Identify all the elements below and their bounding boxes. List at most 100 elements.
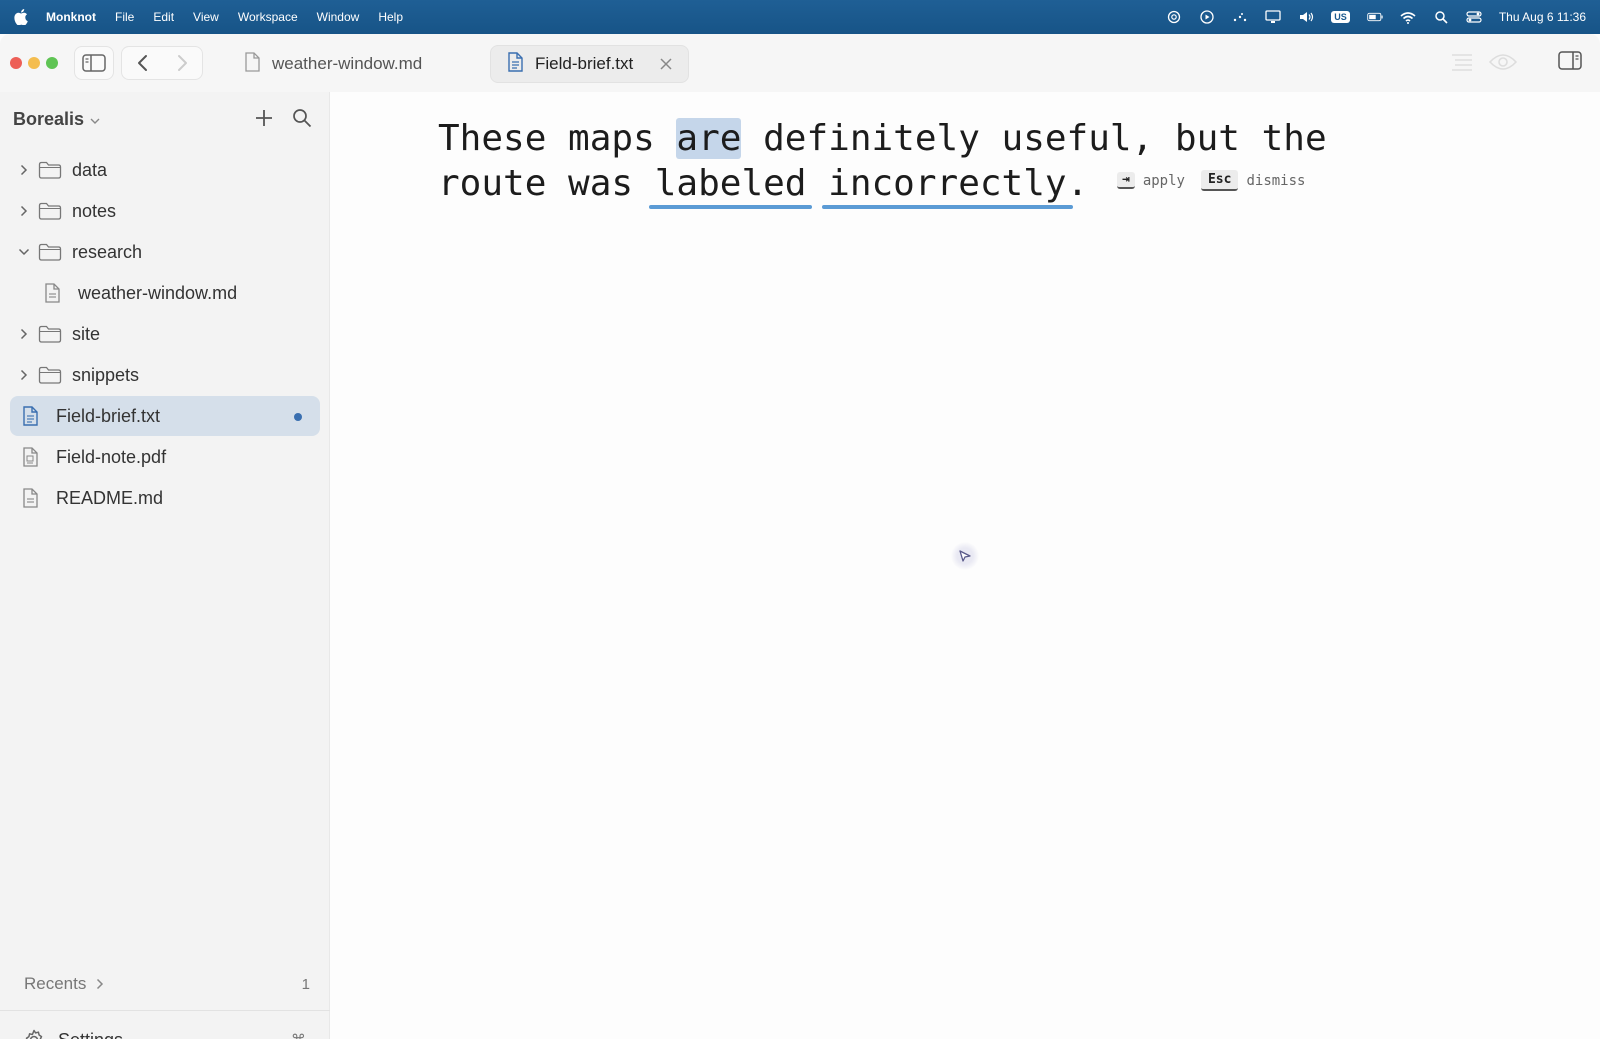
flagged-word-labeled[interactable]: labeled bbox=[655, 163, 807, 204]
system-menubar: Monknot File Edit View Workspace Window … bbox=[0, 0, 1600, 34]
spotlight-icon[interactable] bbox=[1433, 10, 1449, 24]
menu-workspace[interactable]: Workspace bbox=[238, 10, 298, 24]
forward-button[interactable] bbox=[163, 47, 203, 79]
line-text: These maps bbox=[438, 118, 677, 159]
toggle-sidebar-button[interactable] bbox=[74, 46, 114, 80]
menu-view[interactable]: View bbox=[193, 10, 219, 24]
apply-label: apply bbox=[1142, 172, 1185, 189]
volume-icon[interactable] bbox=[1298, 10, 1314, 24]
chatgpt-icon[interactable] bbox=[1166, 10, 1182, 24]
tree-label: site bbox=[72, 323, 101, 344]
folder-icon bbox=[38, 161, 62, 179]
chevron-down-icon[interactable] bbox=[10, 248, 38, 256]
tree-label: research bbox=[72, 241, 143, 262]
menu-app-name[interactable]: Monknot bbox=[46, 10, 96, 24]
folder-icon bbox=[38, 202, 62, 220]
window-zoom-button[interactable] bbox=[46, 57, 58, 69]
settings-label: Settings bbox=[58, 1030, 123, 1039]
esc-key-badge[interactable]: Esc bbox=[1200, 170, 1239, 191]
tree-label: data bbox=[72, 159, 108, 180]
tree-label: Field-note.pdf bbox=[56, 446, 167, 467]
tab-field-brief[interactable]: Field-brief.txt bbox=[490, 45, 689, 83]
line-text: . bbox=[1066, 163, 1089, 204]
selected-word[interactable]: are bbox=[676, 118, 742, 159]
folder-icon bbox=[38, 366, 62, 384]
tab-label: weather-window.md bbox=[272, 54, 423, 73]
keyboard-layout-badge[interactable]: US bbox=[1331, 11, 1350, 23]
line-text: definitely useful, but the bbox=[741, 118, 1327, 159]
tree-folder-site[interactable]: site bbox=[10, 314, 320, 354]
window-minimize-button[interactable] bbox=[28, 57, 40, 69]
back-button[interactable] bbox=[122, 47, 162, 79]
play-icon[interactable] bbox=[1199, 10, 1215, 24]
tree-folder-research[interactable]: research bbox=[10, 232, 320, 272]
folder-icon bbox=[38, 243, 62, 261]
vault-switcher[interactable]: Borealis bbox=[13, 109, 100, 130]
menu-edit[interactable]: Edit bbox=[153, 10, 174, 24]
sidebar-icon bbox=[82, 54, 106, 72]
tab-label: Field-brief.txt bbox=[535, 54, 634, 73]
outline-button[interactable] bbox=[1450, 51, 1474, 73]
navigation-group bbox=[121, 46, 203, 80]
dots-icon[interactable] bbox=[1232, 10, 1248, 24]
recents-count: 1 bbox=[301, 975, 310, 993]
file-sidebar: Borealis data notes research weather-win… bbox=[0, 92, 330, 1039]
chevron-right-icon[interactable] bbox=[10, 328, 38, 340]
file-icon bbox=[244, 51, 260, 77]
recents-section[interactable]: Recents 1 bbox=[24, 974, 314, 994]
toggle-right-panel-button[interactable] bbox=[1558, 51, 1582, 71]
recents-label: Recents bbox=[24, 974, 87, 993]
chevron-right-icon bbox=[96, 978, 104, 990]
tree-label: README.md bbox=[56, 487, 164, 508]
eye-icon bbox=[1488, 54, 1518, 70]
line-text bbox=[806, 163, 828, 204]
tree-label: notes bbox=[72, 200, 117, 221]
app-window: weather-window.md Field-brief.txt Boreal… bbox=[0, 34, 1600, 1039]
pdf-icon bbox=[22, 447, 46, 467]
tree-file-field-note[interactable]: Field-note.pdf bbox=[10, 437, 320, 477]
unsaved-indicator bbox=[294, 413, 302, 421]
settings-shortcut: ⌘, bbox=[291, 1031, 310, 1039]
close-icon bbox=[660, 58, 672, 70]
tree-file-field-brief[interactable]: Field-brief.txt bbox=[10, 396, 320, 436]
tab-weather-window[interactable]: weather-window.md bbox=[244, 45, 472, 83]
file-icon bbox=[44, 283, 68, 303]
tree-file-readme[interactable]: README.md bbox=[10, 478, 320, 518]
control-center-icon[interactable] bbox=[1466, 10, 1482, 24]
status-area: US Thu Aug 6 11:36 bbox=[1166, 0, 1586, 34]
wifi-icon[interactable] bbox=[1400, 10, 1416, 24]
file-icon bbox=[22, 488, 46, 508]
apple-menu-icon[interactable] bbox=[14, 9, 28, 25]
battery-icon[interactable] bbox=[1367, 10, 1383, 24]
menubar-clock[interactable]: Thu Aug 6 11:36 bbox=[1499, 10, 1586, 24]
chevron-right-icon[interactable] bbox=[10, 164, 38, 176]
text-file-icon bbox=[22, 406, 46, 426]
tab-key-badge[interactable]: ⇥ bbox=[1117, 172, 1135, 189]
pointer-cursor-icon bbox=[951, 542, 979, 570]
tree-folder-data[interactable]: data bbox=[10, 150, 320, 190]
chevron-right-icon[interactable] bbox=[10, 369, 38, 381]
sidebar-divider bbox=[0, 1010, 330, 1011]
settings-button[interactable]: Settings ⌘, bbox=[22, 1022, 312, 1039]
preview-button[interactable] bbox=[1488, 51, 1518, 73]
dismiss-label: dismiss bbox=[1246, 172, 1306, 189]
tree-folder-snippets[interactable]: snippets bbox=[10, 355, 320, 395]
new-note-button[interactable] bbox=[254, 108, 274, 133]
tree-file-weather-window[interactable]: weather-window.md bbox=[10, 273, 320, 313]
chevron-down-icon bbox=[90, 109, 100, 130]
search-button[interactable] bbox=[292, 108, 312, 133]
menu-window[interactable]: Window bbox=[317, 10, 360, 24]
right-panel-icon bbox=[1558, 51, 1582, 70]
display-icon[interactable] bbox=[1265, 10, 1281, 24]
chevron-right-icon[interactable] bbox=[10, 205, 38, 217]
window-close-button[interactable] bbox=[10, 57, 22, 69]
vault-name: Borealis bbox=[13, 109, 85, 129]
text-file-icon bbox=[507, 51, 523, 77]
text-editor[interactable]: These maps are definitely useful, but th… bbox=[438, 116, 1558, 206]
menu-help[interactable]: Help bbox=[378, 10, 403, 24]
flagged-word-incorrectly[interactable]: incorrectly bbox=[828, 163, 1066, 204]
close-tab-button[interactable] bbox=[658, 56, 674, 72]
tree-folder-notes[interactable]: notes bbox=[10, 191, 320, 231]
tree-label: weather-window.md bbox=[78, 282, 238, 303]
menu-file[interactable]: File bbox=[115, 10, 134, 24]
